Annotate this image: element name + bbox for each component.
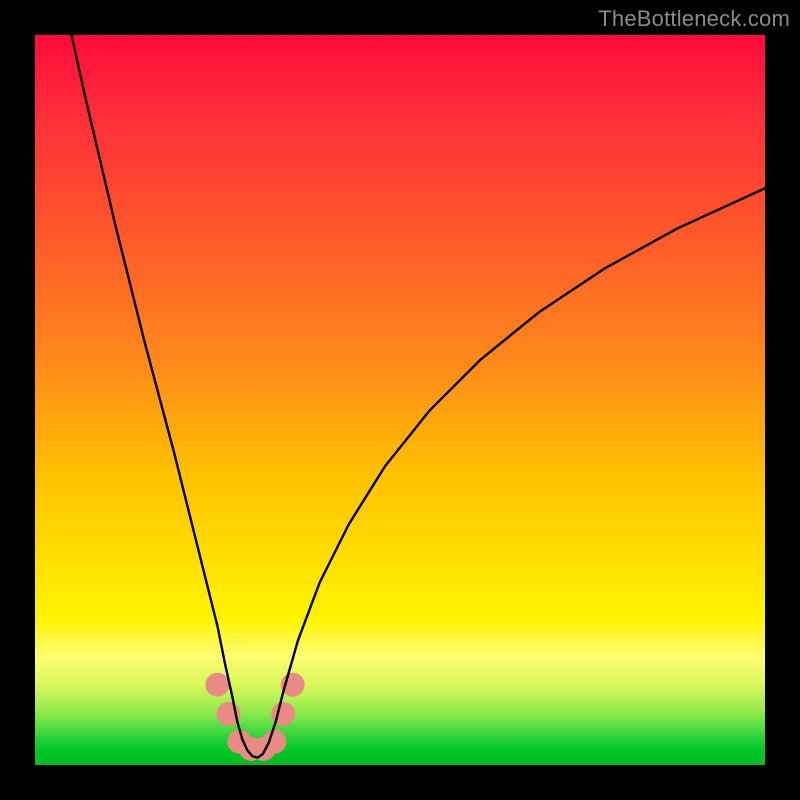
marker-dot (206, 673, 230, 697)
chart-svg (35, 35, 765, 765)
chart-frame: TheBottleneck.com (0, 0, 800, 800)
watermark-text: TheBottleneck.com (598, 6, 790, 32)
bottleneck-curve (72, 35, 766, 758)
marker-cluster (206, 673, 305, 761)
plot-area (35, 35, 765, 765)
